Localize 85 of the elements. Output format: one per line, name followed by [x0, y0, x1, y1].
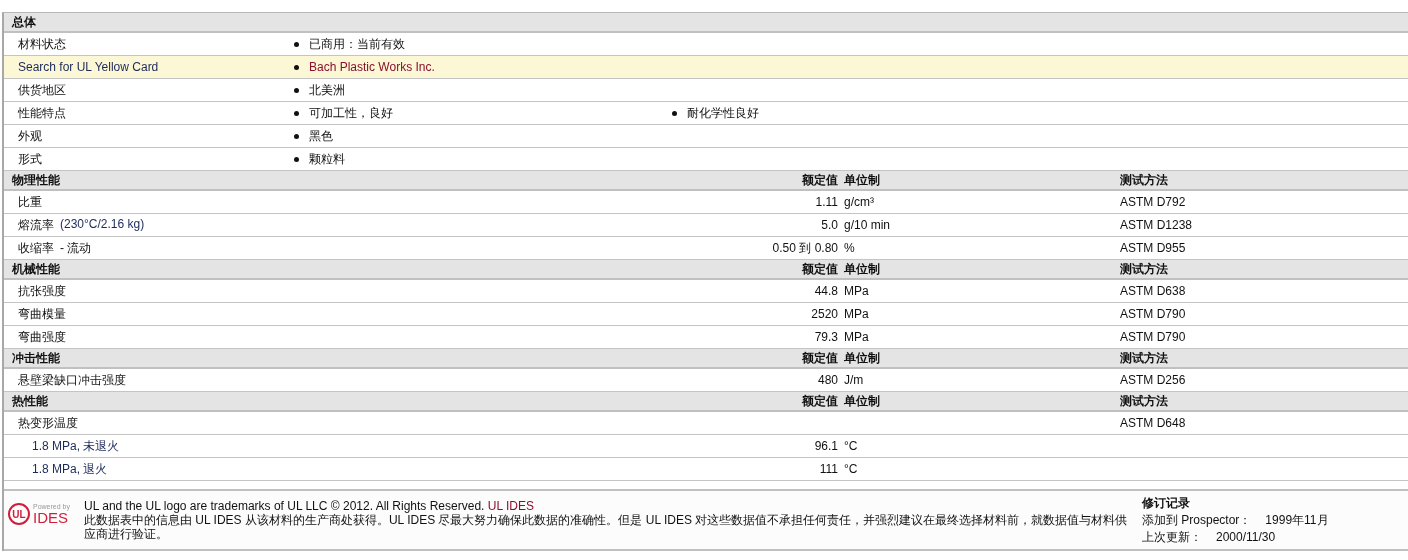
section-title: 总体 [10, 13, 36, 31]
value: 96.1 [814, 439, 838, 453]
bullet-icon [294, 64, 299, 70]
test-method: ASTM D790 [1120, 330, 1186, 344]
unit: g/10 min [844, 218, 891, 232]
row-value: 黑色 [309, 127, 333, 145]
logo-text: IDES [33, 510, 68, 525]
bullet-icon [294, 87, 299, 93]
property-name: 熔流率 [18, 216, 54, 234]
column-heading: 测试方法 [1119, 260, 1169, 278]
unit: % [844, 241, 855, 255]
bullet-icon [294, 156, 299, 162]
revision-title: 修订记录 [1142, 495, 1191, 512]
revision-label: 上次更新： [1142, 529, 1202, 546]
test-method: ASTM D955 [1120, 241, 1186, 255]
section-title: 机械性能 [11, 260, 61, 278]
test-method: ASTM D790 [1120, 307, 1186, 321]
revision-date: 1999年11月 [1265, 512, 1329, 529]
column-heading: 额定值 [801, 349, 838, 367]
unit: MPa [844, 284, 869, 298]
link[interactable]: UL IDES [487, 499, 534, 513]
bullet-icon [294, 133, 299, 139]
row-label: 性能特点 [17, 104, 67, 122]
test-method: ASTM D638 [1120, 284, 1186, 298]
value: 5.0 [821, 218, 838, 232]
row-value: 耐化学性良好 [687, 104, 759, 122]
row-value: 北美洲 [309, 81, 345, 99]
property-name: 抗张强度 [18, 282, 66, 300]
bullet-icon [294, 41, 299, 47]
trademark-notice: UL and the UL logo are trademarks of UL LLC © 2012. All Rights Reserved. UL IDES [84, 499, 535, 513]
column-heading: 单位制 [843, 349, 881, 367]
test-method: ASTM D792 [1120, 195, 1186, 209]
revision-label: 添加到 Prospector： [1142, 512, 1252, 529]
property-name: 弯曲强度 [18, 328, 66, 346]
property-name: 热变形温度 [18, 414, 78, 432]
column-heading: 额定值 [801, 171, 838, 189]
section-title: 热性能 [11, 392, 49, 410]
unit: °C [844, 439, 858, 453]
property-name: 弯曲模量 [18, 305, 66, 323]
property-name: 悬壁梁缺口冲击强度 [18, 371, 126, 389]
column-heading: 单位制 [843, 260, 881, 278]
disclaimer: 此数据表中的信息由 UL IDES 从该材料的生产商处获得。UL IDES 尽最大努力确保此数据的准确性。但是 UL IDES 对这些数据值不承担任何责任，并强烈建议在最终选择材料前，就数据值与材料供应商进行验证。 [84, 513, 1129, 541]
unit: MPa [844, 330, 869, 344]
column-heading: 额定值 [801, 392, 838, 410]
unit: g/cm³ [844, 195, 874, 209]
row-value: 已商用：当前有效 [309, 35, 405, 53]
section-title: 物理性能 [11, 171, 61, 189]
section-title: 冲击性能 [11, 349, 61, 367]
column-heading: 单位制 [843, 392, 881, 410]
test-method: ASTM D1238 [1120, 218, 1193, 232]
revision-date: 2000/11/30 [1216, 529, 1276, 546]
test-method: ASTM D256 [1120, 373, 1186, 387]
logo-mark: UL [8, 503, 30, 525]
row-value: 可加工性，良好 [309, 104, 393, 122]
property-condition: 1.8 MPa, 退火 [32, 460, 108, 478]
unit: MPa [844, 307, 869, 321]
link[interactable]: Bach Plastic Works Inc. [309, 60, 435, 74]
value: 0.50 到 0.80 [772, 240, 838, 255]
row-label: 外观 [17, 127, 43, 145]
value: 44.8 [814, 284, 838, 298]
value: 2520 [811, 307, 838, 321]
column-heading: 额定值 [801, 260, 838, 278]
value: 79.3 [814, 330, 838, 344]
bullet-icon [672, 110, 677, 116]
row-label: 供货地区 [17, 81, 67, 99]
unit: J/m [844, 373, 864, 387]
value: 480 [817, 373, 838, 387]
column-heading: 测试方法 [1119, 392, 1169, 410]
property-condition: 1.8 MPa, 未退火 [32, 437, 120, 455]
value: 111 [819, 462, 838, 476]
row-label: 材料状态 [17, 35, 67, 53]
bullet-icon [294, 110, 299, 116]
column-heading: 测试方法 [1119, 349, 1169, 367]
column-heading: 单位制 [843, 171, 881, 189]
test-condition: (230°C/2.16 kg) [60, 216, 145, 233]
row-label: 形式 [17, 150, 43, 168]
test-method: ASTM D648 [1120, 416, 1186, 430]
unit: °C [844, 462, 858, 476]
qualifier: - 流动 [60, 239, 92, 257]
property-name: 收缩率 [18, 239, 54, 257]
row-value: 颗粒料 [309, 150, 345, 168]
link[interactable]: Search for UL Yellow Card [4, 60, 294, 74]
column-heading: 测试方法 [1119, 171, 1169, 189]
value: 1.11 [815, 195, 838, 209]
property-name: 比重 [18, 193, 42, 211]
